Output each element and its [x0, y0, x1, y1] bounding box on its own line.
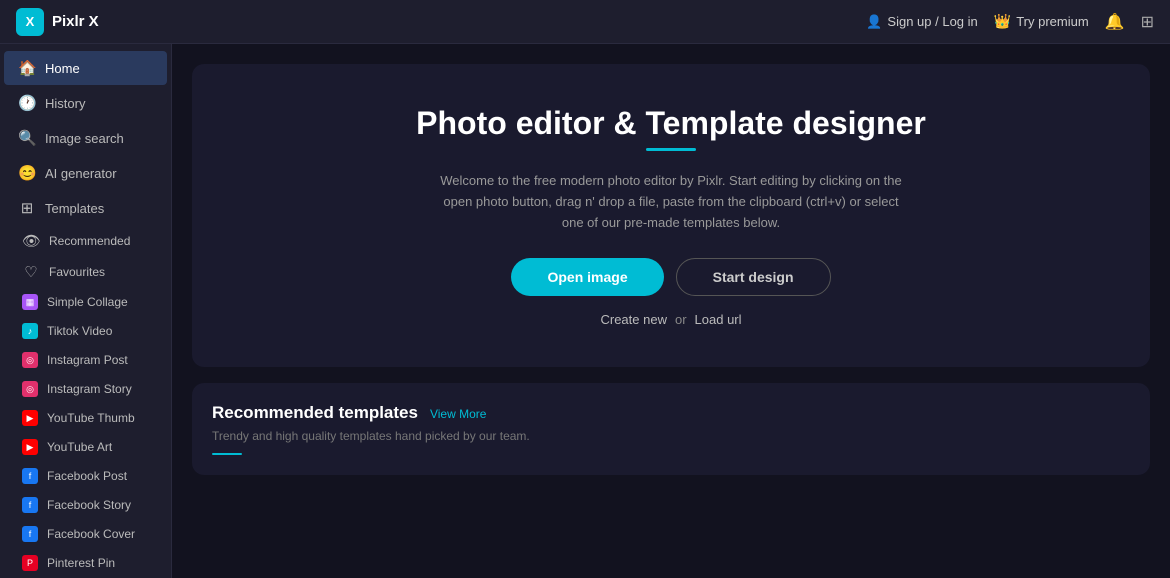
- hero-links: Create new or Load url: [242, 312, 1100, 327]
- hero-title: Photo editor & Template designer: [242, 104, 1100, 142]
- sidebar-item-image-search-label: Image search: [45, 131, 124, 146]
- create-new-link[interactable]: Create new: [600, 312, 666, 327]
- logo-icon: X: [16, 8, 44, 36]
- crown-icon: 👑: [994, 13, 1011, 30]
- youtube-thumb-icon: ▶: [22, 410, 38, 426]
- main-layout: 🏠 Home 🕐 History 🔍 Image search 😊 AI gen…: [0, 44, 1170, 578]
- home-icon: 🏠: [18, 59, 36, 77]
- sidebar-sub-youtube-art[interactable]: ▶ YouTube Art: [4, 433, 167, 461]
- tiktok-icon: ♪: [22, 323, 38, 339]
- instagram-story-icon: ◎: [22, 381, 38, 397]
- open-image-button[interactable]: Open image: [511, 258, 663, 296]
- sidebar-sub-favourites[interactable]: ♡ Favourites: [4, 257, 167, 287]
- simple-collage-icon: ▦: [22, 294, 38, 310]
- sidebar-item-templates[interactable]: ⊞ Templates: [4, 191, 167, 225]
- load-url-link[interactable]: Load url: [695, 312, 742, 327]
- facebook-post-icon: f: [22, 468, 38, 484]
- sidebar-sub-facebook-cover[interactable]: f Facebook Cover: [4, 520, 167, 548]
- sidebar-sub-recommended-label: Recommended: [49, 234, 130, 248]
- sidebar-sub-recommended[interactable]: 👁 Recommended: [4, 226, 167, 256]
- sidebar-item-ai-label: AI generator: [45, 166, 117, 181]
- sidebar-item-home-label: Home: [45, 61, 80, 76]
- hero-section: Photo editor & Template designer Welcome…: [192, 64, 1150, 367]
- templates-subtitle: Trendy and high quality templates hand p…: [212, 429, 1130, 443]
- sidebar-item-history[interactable]: 🕐 History: [4, 86, 167, 120]
- hero-description: Welcome to the free modern photo editor …: [431, 171, 911, 233]
- history-icon: 🕐: [18, 94, 36, 112]
- sidebar-sub-pinterest-pin-label: Pinterest Pin: [47, 556, 115, 570]
- try-premium-button[interactable]: 👑 Try premium: [994, 13, 1089, 30]
- signup-link[interactable]: 👤 Sign up / Log in: [866, 14, 978, 30]
- user-icon: 👤: [866, 14, 882, 30]
- instagram-post-icon: ◎: [22, 352, 38, 368]
- search-icon: 🔍: [18, 129, 36, 147]
- templates-section: Recommended templates View More Trendy a…: [192, 383, 1150, 475]
- sidebar-item-home[interactable]: 🏠 Home: [4, 51, 167, 85]
- sidebar-sub-tiktok-label: Tiktok Video: [47, 324, 112, 338]
- sidebar-sub-facebook-story-label: Facebook Story: [47, 498, 131, 512]
- notifications-bell-icon[interactable]: 🔔: [1105, 12, 1125, 32]
- start-design-button[interactable]: Start design: [676, 258, 831, 296]
- apps-grid-icon[interactable]: ⊞: [1141, 12, 1154, 32]
- sidebar-sub-youtube-art-label: YouTube Art: [47, 440, 112, 454]
- sidebar-sub-simple-collage[interactable]: ▦ Simple Collage: [4, 288, 167, 316]
- heart-icon: ♡: [22, 263, 40, 281]
- facebook-cover-icon: f: [22, 526, 38, 542]
- sidebar-sub-instagram-story[interactable]: ◎ Instagram Story: [4, 375, 167, 403]
- sidebar-sub-simple-collage-label: Simple Collage: [47, 295, 128, 309]
- sidebar-item-image-search[interactable]: 🔍 Image search: [4, 121, 167, 155]
- sidebar-item-history-label: History: [45, 96, 85, 111]
- hero-buttons: Open image Start design: [242, 258, 1100, 296]
- main-content: Photo editor & Template designer Welcome…: [172, 44, 1170, 578]
- sidebar-sub-youtube-thumb[interactable]: ▶ YouTube Thumb: [4, 404, 167, 432]
- sidebar-sub-pinterest-pin[interactable]: P Pinterest Pin: [4, 549, 167, 577]
- sidebar-sub-facebook-post-label: Facebook Post: [47, 469, 127, 483]
- templates-section-title: Recommended templates: [212, 403, 418, 423]
- sidebar-sub-favourites-label: Favourites: [49, 265, 105, 279]
- sidebar-sub-instagram-post[interactable]: ◎ Instagram Post: [4, 346, 167, 374]
- view-more-link[interactable]: View More: [430, 407, 486, 421]
- ai-icon: 😊: [18, 164, 36, 182]
- sidebar: 🏠 Home 🕐 History 🔍 Image search 😊 AI gen…: [0, 44, 172, 578]
- youtube-art-icon: ▶: [22, 439, 38, 455]
- sidebar-item-ai-generator[interactable]: 😊 AI generator: [4, 156, 167, 190]
- logo-area[interactable]: X Pixlr X: [16, 8, 99, 36]
- sidebar-sub-instagram-post-label: Instagram Post: [47, 353, 128, 367]
- topnav: X Pixlr X 👤 Sign up / Log in 👑 Try premi…: [0, 0, 1170, 44]
- eye-icon: 👁: [22, 232, 40, 250]
- or-separator: or: [675, 312, 687, 327]
- logo-text: Pixlr X: [52, 13, 99, 30]
- sidebar-sub-tiktok-video[interactable]: ♪ Tiktok Video: [4, 317, 167, 345]
- templates-icon: ⊞: [18, 199, 36, 217]
- sidebar-sub-facebook-post[interactable]: f Facebook Post: [4, 462, 167, 490]
- pinterest-pin-icon: P: [22, 555, 38, 571]
- topnav-actions: 👤 Sign up / Log in 👑 Try premium 🔔 ⊞: [866, 12, 1154, 32]
- hero-underline: [646, 148, 696, 151]
- templates-underline: [212, 453, 242, 455]
- sidebar-sub-facebook-cover-label: Facebook Cover: [47, 527, 135, 541]
- facebook-story-icon: f: [22, 497, 38, 513]
- templates-header: Recommended templates View More: [212, 403, 1130, 423]
- sidebar-item-templates-label: Templates: [45, 201, 104, 216]
- sidebar-sub-youtube-thumb-label: YouTube Thumb: [47, 411, 135, 425]
- sidebar-sub-facebook-story[interactable]: f Facebook Story: [4, 491, 167, 519]
- sidebar-sub-instagram-story-label: Instagram Story: [47, 382, 132, 396]
